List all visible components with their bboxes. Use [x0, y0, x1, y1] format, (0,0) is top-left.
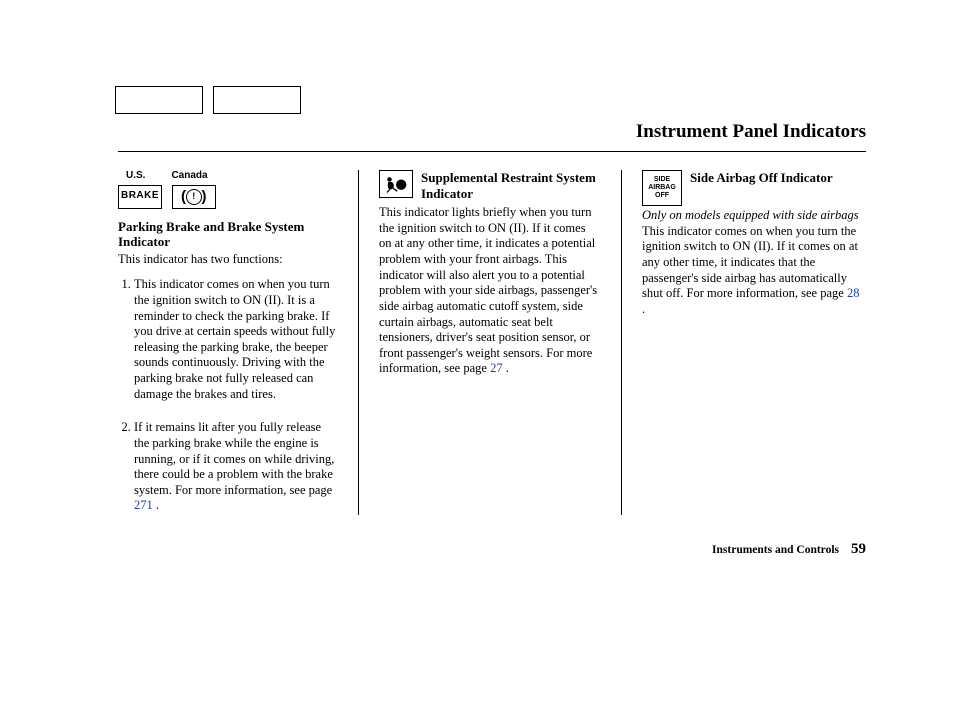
- srs-body: This indicator lights briefly when you t…: [379, 205, 601, 377]
- top-empty-boxes: [115, 86, 301, 114]
- page-link-28[interactable]: 28: [847, 286, 860, 300]
- column-divider-1: [358, 170, 359, 515]
- section-heading-parking-brake: Parking Brake and Brake System Indicator: [118, 219, 338, 250]
- column-divider-2: [621, 170, 622, 515]
- column-srs: Supplemental Restraint System Indicator …: [379, 170, 601, 532]
- section-heading-srs: Supplemental Restraint System Indicator: [421, 170, 601, 201]
- srs-body-text: This indicator lights briefly when you t…: [379, 205, 597, 375]
- parking-brake-item-2-text: If it remains lit after you fully releas…: [134, 420, 334, 497]
- parking-brake-item-1: This indicator comes on when you turn th…: [134, 277, 338, 402]
- page-title: Instrument Panel Indicators: [118, 121, 866, 152]
- footer: Instruments and Controls 59: [712, 541, 866, 558]
- top-box-right: [213, 86, 301, 114]
- parking-brake-item-2-tail: .: [153, 498, 159, 512]
- side-airbag-note: Only on models equipped with side airbag…: [642, 208, 864, 224]
- brake-indicator-us-icon: BRAKE: [118, 185, 162, 209]
- footer-section: Instruments and Controls: [712, 544, 839, 556]
- side-airbag-body: This indicator comes on when you turn th…: [642, 224, 864, 318]
- column-side-airbag: SIDEAIRBAGOFF Side Airbag Off Indicator …: [642, 170, 864, 532]
- side-airbag-body-text: This indicator comes on when you turn th…: [642, 224, 858, 301]
- parking-brake-item-2: If it remains lit after you fully releas…: [134, 420, 338, 514]
- srs-body-tail: .: [503, 361, 509, 375]
- footer-page-number: 59: [851, 541, 866, 558]
- page-link-271[interactable]: 271: [134, 498, 153, 512]
- side-airbag-body-tail: .: [642, 302, 645, 316]
- column-parking-brake: U.S. Canada BRAKE () Parking Brake and B…: [118, 170, 338, 532]
- parking-brake-intro: This indicator has two functions:: [118, 252, 338, 268]
- section-heading-side-airbag: Side Airbag Off Indicator: [690, 170, 864, 186]
- srs-indicator-icon: [379, 170, 413, 198]
- label-us: U.S.: [126, 170, 145, 183]
- page-link-27[interactable]: 27: [490, 361, 503, 375]
- brake-indicator-canada-icon: (): [172, 185, 216, 209]
- top-box-left: [115, 86, 203, 114]
- side-airbag-off-icon: SIDEAIRBAGOFF: [642, 170, 682, 206]
- label-canada: Canada: [171, 170, 207, 183]
